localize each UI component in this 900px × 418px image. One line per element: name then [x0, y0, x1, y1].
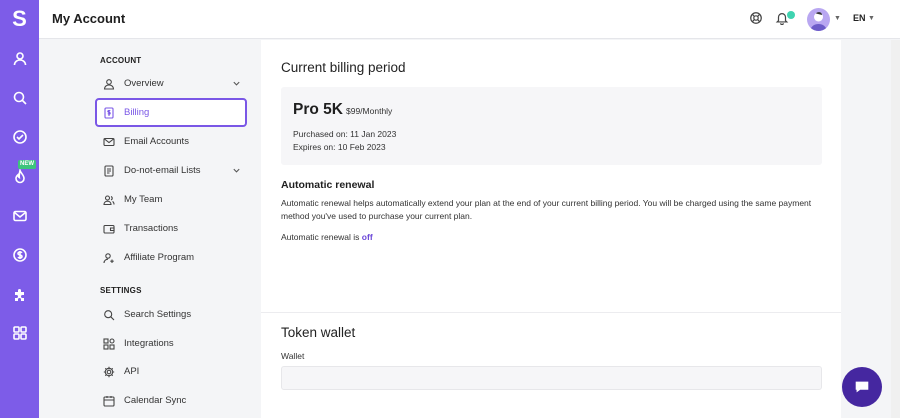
chat-icon: [855, 381, 869, 393]
team-icon: [103, 194, 115, 206]
app-logo[interactable]: S: [0, 4, 39, 34]
mail-icon[interactable]: [10, 206, 29, 225]
expires-date: Expires on: 10 Feb 2023: [293, 142, 386, 152]
user-icon[interactable]: [10, 49, 29, 68]
notification-dot: [787, 11, 795, 19]
check-circle-icon[interactable]: [10, 127, 29, 146]
wallet-field[interactable]: [281, 366, 822, 390]
sidebar-item-do-not-email-lists[interactable]: Do-not-email Lists: [95, 157, 247, 184]
renewal-title: Automatic renewal: [281, 179, 375, 191]
user-icon: [103, 78, 115, 90]
sidebar-item-transactions[interactable]: Transactions: [95, 215, 247, 242]
sidebar-item-label: Calendar Sync: [124, 395, 187, 406]
document-icon: [103, 164, 115, 177]
renewal-status-value[interactable]: off: [362, 232, 373, 242]
plan-name: Pro 5K: [293, 101, 343, 118]
sidebar-item-overview[interactable]: Overview: [95, 70, 247, 97]
chat-button[interactable]: [842, 367, 882, 407]
billing-period-title: Current billing period: [281, 60, 406, 75]
grid-icon[interactable]: [10, 323, 29, 342]
section-divider: [261, 312, 841, 313]
avatar[interactable]: [807, 8, 830, 31]
chevron-down-icon[interactable]: [232, 79, 241, 88]
sidebar-item-api[interactable]: API: [95, 358, 247, 385]
sidebar-item-label: Transactions: [124, 223, 179, 234]
renewal-description: Automatic renewal helps automatically ex…: [281, 198, 812, 221]
scrollbar[interactable]: [891, 40, 900, 418]
help-icon[interactable]: [749, 11, 765, 27]
sidebar-item-search-settings[interactable]: Search Settings: [95, 301, 247, 328]
sidebar-item-integrations[interactable]: Integrations: [95, 330, 247, 357]
flame-icon[interactable]: [10, 167, 29, 186]
sidebar-item-email-accounts[interactable]: Email Accounts: [95, 128, 247, 155]
language-selector[interactable]: EN: [853, 13, 866, 23]
chevron-down-icon[interactable]: ▼: [834, 15, 841, 22]
search-icon: [103, 309, 115, 321]
sidebar-item-label: Integrations: [124, 338, 174, 349]
calendar-icon: [103, 395, 115, 407]
search-icon[interactable]: [10, 88, 29, 107]
sidebar-item-label: Search Settings: [124, 309, 192, 320]
plan-price: $99/Monthly: [346, 106, 393, 116]
sidebar-item-label: My Team: [124, 194, 163, 205]
puzzle-icon[interactable]: [10, 285, 29, 304]
section-label-account: ACCOUNT: [100, 56, 142, 65]
page-title: My Account: [52, 11, 126, 26]
dollar-icon[interactable]: [10, 245, 29, 264]
plan-card: Pro 5K $99/Monthly Purchased on: 11 Jan …: [281, 87, 822, 165]
sidebar-item-label: Overview: [124, 78, 164, 89]
wallet-label: Wallet: [281, 351, 305, 361]
user-add-icon: [103, 252, 115, 264]
token-wallet-title: Token wallet: [281, 325, 356, 340]
renewal-status: Automatic renewal is off: [281, 232, 373, 242]
mail-icon: [103, 136, 115, 148]
sidebar-item-label: API: [124, 366, 140, 377]
chevron-down-icon[interactable]: [232, 166, 241, 175]
integrations-icon: [103, 337, 115, 350]
sidebar-item-affiliate-program[interactable]: Affiliate Program: [95, 244, 247, 271]
receipt-icon: [103, 106, 115, 119]
left-rail: S NEW: [0, 0, 39, 418]
sidebar-item-label: Affiliate Program: [124, 252, 195, 263]
billing-panel: Current billing period Pro 5K $99/Monthl…: [261, 40, 841, 418]
account-sidebar: ACCOUNT Overview Billing Email Accounts …: [39, 40, 261, 418]
purchased-date: Purchased on: 11 Jan 2023: [293, 129, 397, 139]
sidebar-item-billing[interactable]: Billing: [95, 98, 247, 127]
gear-icon: [103, 366, 115, 378]
renewal-status-prefix: Automatic renewal is: [281, 232, 360, 242]
wallet-icon: [103, 223, 115, 235]
chevron-down-icon[interactable]: ▼: [868, 15, 875, 22]
sidebar-item-label: Do-not-email Lists: [124, 165, 201, 176]
sidebar-item-calendar-sync[interactable]: Calendar Sync: [95, 387, 247, 414]
section-label-settings: SETTINGS: [100, 286, 142, 295]
sidebar-item-label: Billing: [124, 107, 150, 118]
sidebar-item-label: Email Accounts: [124, 136, 189, 147]
top-bar: My Account: [39, 0, 900, 39]
sidebar-item-my-team[interactable]: My Team: [95, 186, 247, 213]
